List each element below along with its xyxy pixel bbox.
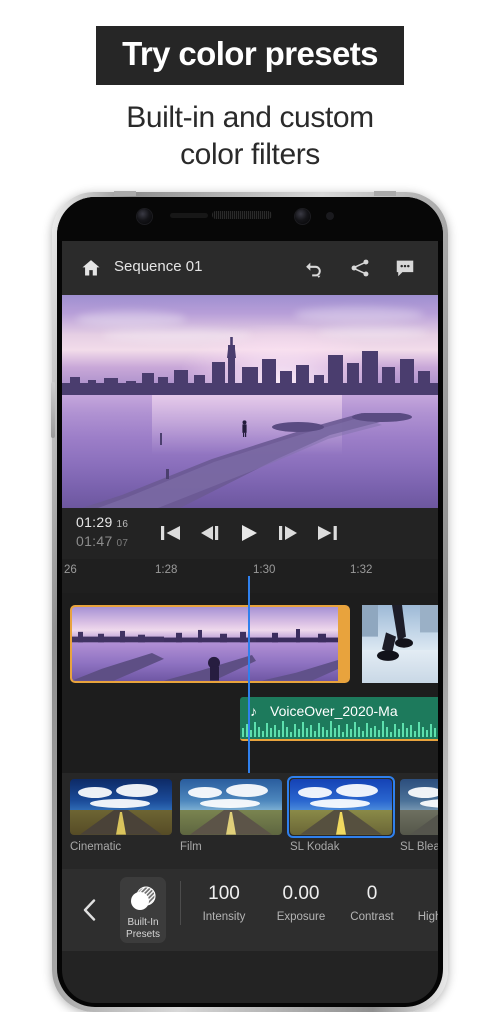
preset-item-sl-bleach[interactable]: SL Bleac <box>400 779 438 853</box>
promo-banner-title: Try color presets <box>96 26 404 85</box>
promo-subtitle-line-2: color filters <box>180 137 320 171</box>
timeline-ruler[interactable]: 26 1:28 1:30 1:32 <box>62 559 438 593</box>
step-forward-icon[interactable] <box>275 521 301 545</box>
chevron-left-icon[interactable] <box>82 899 98 921</box>
preset-thumbnail <box>400 779 438 835</box>
built-in-presets-label-line-1: Built-In <box>127 917 159 928</box>
video-preview[interactable] <box>62 295 438 508</box>
param-label: Exposure <box>276 911 326 923</box>
skip-start-icon[interactable] <box>158 521 184 545</box>
preset-item-sl-kodak[interactable]: SL Kodak <box>287 776 395 853</box>
toolbar-divider <box>180 881 181 925</box>
video-clip-filmstrip <box>72 607 338 681</box>
music-note-icon: ♪ <box>250 703 257 719</box>
audio-clip-label: VoiceOver_2020-Ma <box>270 703 398 719</box>
app-top-bar: Sequence 01 <box>62 241 438 295</box>
param-intensity[interactable]: 100 Intensity <box>188 883 260 923</box>
home-icon[interactable] <box>80 258 102 278</box>
promo-subtitle-line-1: Built-in and custom <box>126 100 374 134</box>
phone-antenna-line-left <box>114 191 136 196</box>
step-back-icon[interactable] <box>197 521 223 545</box>
total-timecode-frames: 07 <box>116 538 129 549</box>
preset-label: Cinematic <box>70 841 122 853</box>
ruler-tick-label: 1:28 <box>155 564 178 576</box>
promo-header: Try color presets Built-in and custom co… <box>0 0 500 173</box>
current-timecode: 01:29 16 <box>76 514 128 530</box>
sequence-title: Sequence 01 <box>114 258 203 275</box>
audio-clip[interactable]: ♪ VoiceOver_2020-Ma <box>240 697 438 741</box>
video-clip-selected[interactable] <box>70 605 350 683</box>
promo-subtitle: Built-in and custom color filters <box>0 99 500 173</box>
param-exposure[interactable]: 0.00 Exposure <box>263 883 339 923</box>
param-value: 0 <box>406 883 439 905</box>
preview-city-skyline <box>62 337 438 397</box>
preset-label: SL Kodak <box>290 841 340 853</box>
preview-person-silhouette <box>242 420 247 437</box>
timeline[interactable]: ♪ VoiceOver_2020-Ma <box>62 593 438 773</box>
built-in-presets-tool[interactable]: Built-In Presets <box>120 877 166 943</box>
proximity-sensor-icon <box>326 212 334 220</box>
clip-next-figure <box>362 605 438 661</box>
filmstrip-thumbnail <box>72 607 164 681</box>
bottom-toolbar: Built-In Presets 100 Intensity 0.00 Expo… <box>62 869 438 951</box>
ruler-tick-label: 1:30 <box>253 564 276 576</box>
play-icon[interactable] <box>236 521 262 545</box>
preset-label: Film <box>180 841 202 853</box>
preset-selection-ring <box>287 776 395 838</box>
ruler-tick-label: 1:32 <box>350 564 373 576</box>
playhead-ruler-segment <box>248 576 250 593</box>
timeline-playhead[interactable] <box>248 593 250 773</box>
preset-thumbnail <box>180 779 282 835</box>
preset-strip[interactable]: Cinematic Film SL Kodak SL Blea <box>62 773 438 869</box>
audio-waveform <box>242 721 436 737</box>
app-screen: Sequence 01 01:29 16 01:47 07 26 1:28 1:… <box>62 241 438 1003</box>
preview-pier <box>82 413 412 508</box>
video-track <box>62 605 438 683</box>
preset-thumbnail <box>70 779 172 835</box>
sensor-array <box>170 213 208 218</box>
ruler-tick-label: 26 <box>64 564 77 576</box>
cloud-shape <box>294 307 424 322</box>
phone-mockup: Sequence 01 01:29 16 01:47 07 26 1:28 1:… <box>51 191 448 1012</box>
total-timecode: 01:47 07 <box>76 533 128 549</box>
share-icon[interactable] <box>348 257 372 279</box>
filmstrip-thumbnail <box>256 607 338 681</box>
built-in-presets-label-line-2: Presets <box>126 929 160 940</box>
param-value: 0 <box>366 883 378 904</box>
cloud-shape <box>76 311 186 327</box>
current-timecode-value: 01:29 <box>76 514 113 530</box>
phone-top-bezel <box>57 197 443 241</box>
current-timecode-frames: 16 <box>116 519 129 530</box>
param-label: Intensity <box>202 911 246 923</box>
total-timecode-value: 01:47 <box>76 533 113 549</box>
front-camera-secondary-icon <box>295 209 310 224</box>
volume-button[interactable] <box>51 382 55 438</box>
param-label: Highlights <box>417 911 438 923</box>
earpiece-speaker <box>212 211 272 219</box>
video-clip-next[interactable] <box>362 605 438 683</box>
transport-controls: 01:29 16 01:47 07 <box>62 508 438 559</box>
param-contrast[interactable]: 0 Contrast <box>338 883 406 923</box>
param-label: Contrast <box>350 911 394 923</box>
preset-item-film[interactable]: Film <box>180 779 282 853</box>
preset-label: SL Bleac <box>400 841 438 853</box>
front-camera-icon <box>137 209 152 224</box>
skip-end-icon[interactable] <box>314 521 340 545</box>
param-value: 0.00 <box>282 883 320 904</box>
phone-antenna-line-right <box>374 191 396 196</box>
param-highlights[interactable]: 0 Highlights <box>406 883 438 923</box>
filmstrip-thumbnail <box>164 607 256 681</box>
param-value: 100 <box>208 883 240 904</box>
preset-item-cinematic[interactable]: Cinematic <box>70 779 172 853</box>
comment-icon[interactable] <box>393 257 417 279</box>
color-presets-icon <box>131 886 156 910</box>
undo-icon[interactable] <box>302 257 326 279</box>
